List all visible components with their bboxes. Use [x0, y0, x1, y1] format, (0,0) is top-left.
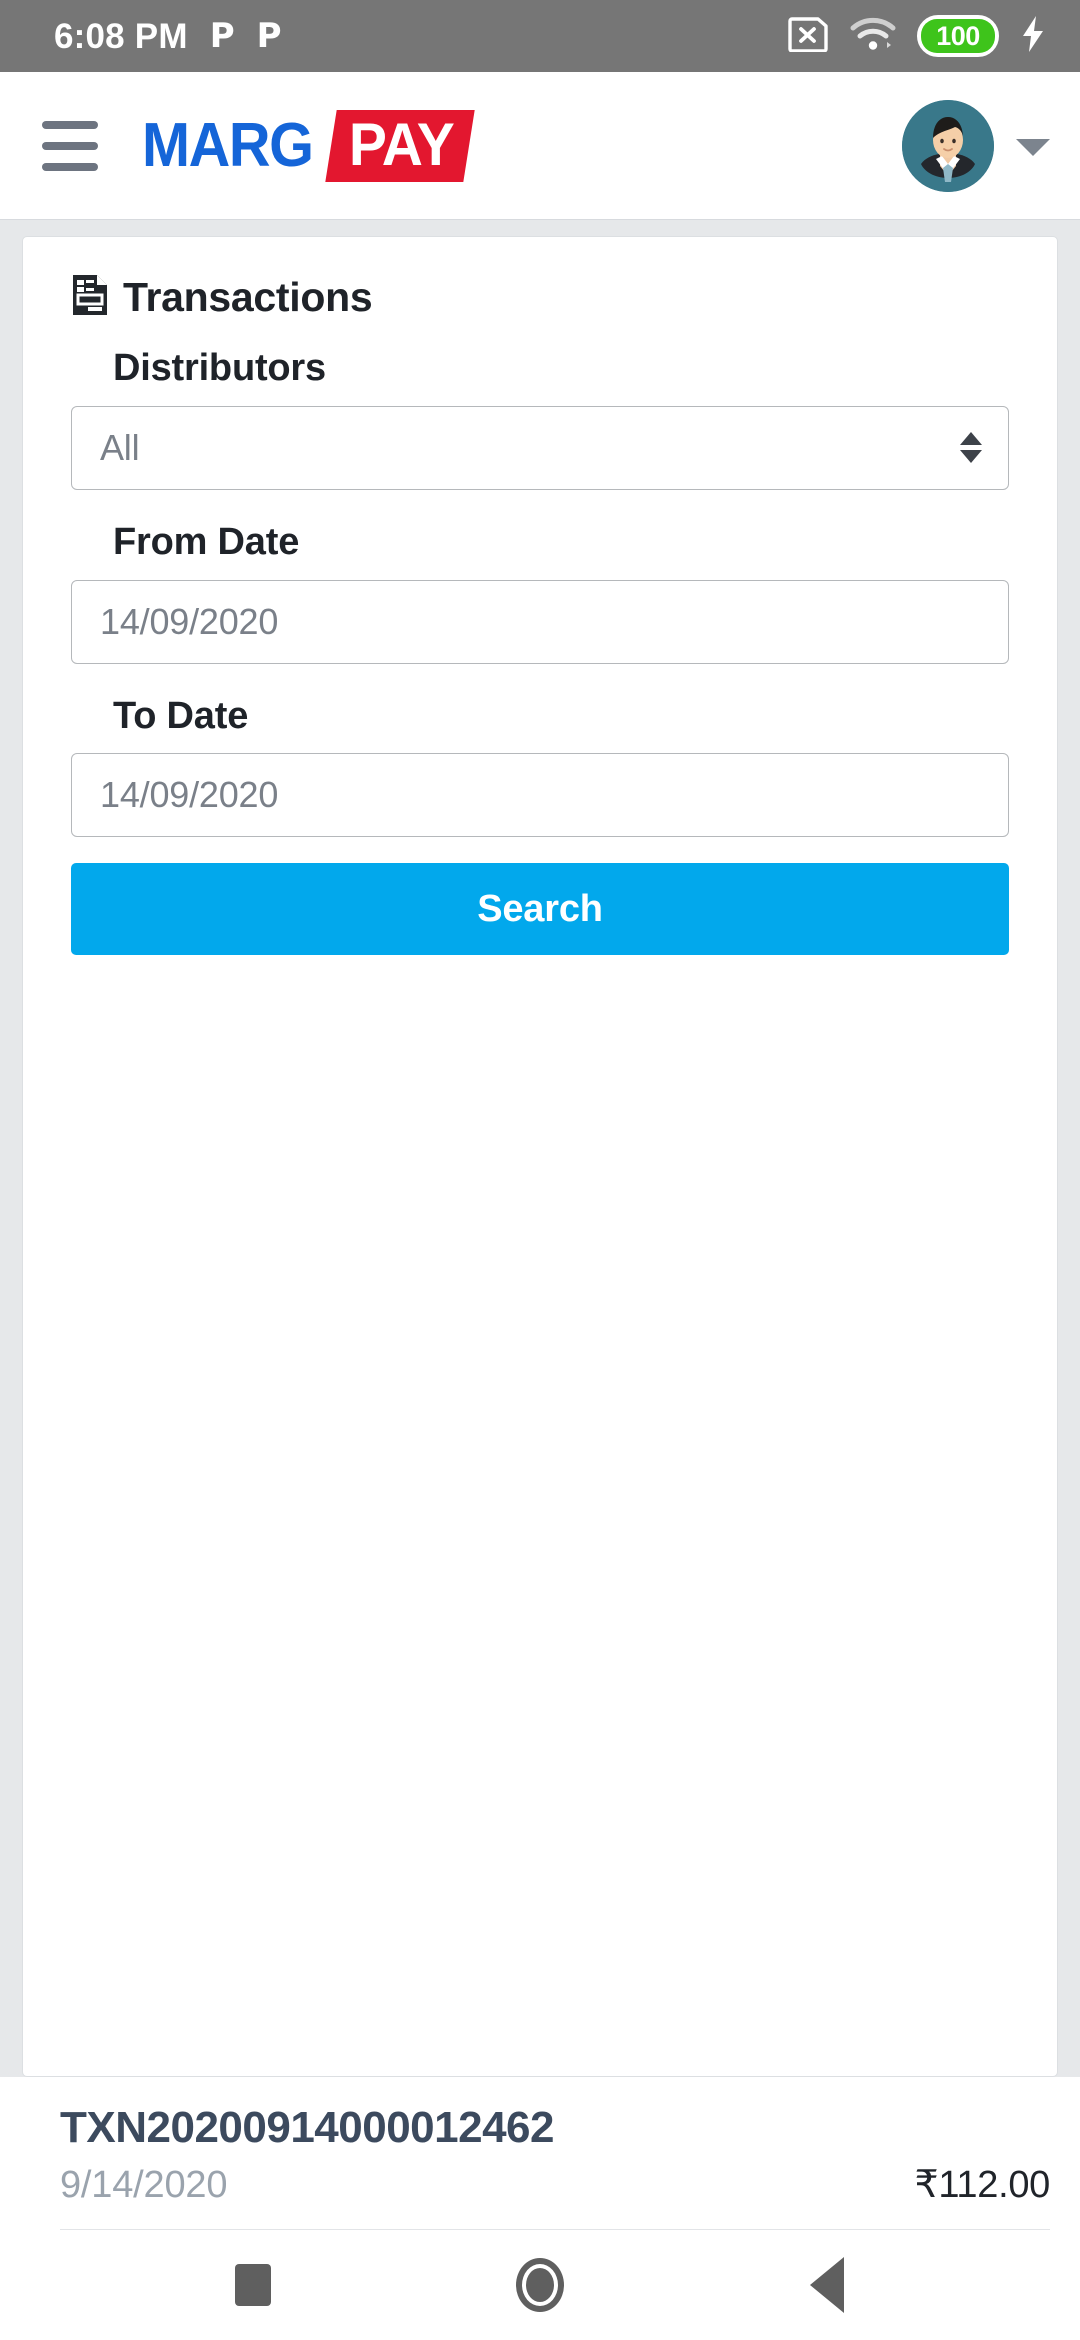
sim-card-off-icon [787, 16, 829, 57]
charging-bolt-icon [1020, 15, 1046, 58]
from-date-label: From Date [113, 520, 300, 563]
search-button[interactable]: Search [71, 863, 1009, 956]
stepper-up-arrow [960, 432, 982, 446]
transactions-card: Transactions Distributors All From Date … [22, 236, 1058, 2077]
status-bar-left: 6:08 PM P P [54, 19, 282, 54]
back-triangle-shape [809, 2257, 844, 2313]
page-title: Transactions [123, 274, 373, 320]
hamburger-bar-3 [42, 162, 98, 171]
transaction-date: 9/14/2020 [60, 2164, 228, 2207]
hamburger-menu-icon[interactable] [38, 118, 102, 174]
transaction-meta: 9/14/2020 ₹112.00 [60, 2164, 1051, 2207]
hamburger-bar-1 [42, 120, 98, 129]
list-item[interactable]: TXN20200914000012462 9/14/2020 ₹112.00 [60, 2077, 1050, 2230]
status-bar: 6:08 PM P P 100 [0, 0, 1080, 72]
page-body: Transactions Distributors All From Date … [0, 220, 1080, 2077]
status-bar-right: 100 [787, 15, 1046, 58]
card-empty-space [71, 955, 1009, 2035]
card-header: Transactions [71, 273, 1009, 322]
distributors-select[interactable]: All [71, 405, 1009, 490]
distributors-select-value: All [100, 426, 140, 468]
from-date-input[interactable]: 14/09/2020 [71, 579, 1009, 664]
from-date-placeholder: 14/09/2020 [100, 600, 279, 642]
transaction-id: TXN20200914000012462 [60, 2102, 555, 2152]
notification-p-icon-2: P [256, 16, 282, 56]
document-icon [71, 273, 109, 322]
distributors-label: Distributors [113, 347, 326, 389]
stepper-down-arrow [960, 450, 982, 464]
notification-p-icon-1: P [209, 16, 235, 56]
logo-pay-badge: PAY [325, 109, 476, 182]
chevron-down-icon[interactable] [1016, 139, 1050, 156]
recents-square-shape [235, 2264, 272, 2306]
to-date-input[interactable]: 14/09/2020 [71, 753, 1009, 838]
home-circle-icon[interactable] [480, 2230, 600, 2340]
recents-square-icon[interactable] [193, 2230, 313, 2340]
status-bar-clock: 6:08 PM [54, 16, 188, 56]
transaction-amount: ₹112.00 [914, 2164, 1051, 2207]
wifi-icon [850, 16, 896, 57]
to-date-placeholder: 14/09/2020 [100, 774, 279, 816]
battery-fill: 100 [921, 19, 995, 53]
app-header: MARG PAY [0, 72, 1080, 220]
transaction-list: TXN20200914000012462 9/14/2020 ₹112.00 [0, 2076, 1080, 2230]
home-circle-shape [515, 2258, 564, 2312]
android-nav-bar [0, 2230, 1080, 2340]
to-date-label: To Date [113, 694, 249, 737]
hamburger-bar-2 [42, 141, 98, 150]
header-account-menu[interactable] [902, 99, 1050, 192]
battery-indicator: 100 [917, 15, 999, 57]
app-logo[interactable]: MARG PAY [142, 109, 476, 183]
updown-stepper-icon [960, 432, 982, 464]
battery-level-text: 100 [936, 20, 980, 51]
logo-text-pay: PAY [349, 110, 455, 178]
logo-text-marg: MARG [142, 110, 314, 180]
user-avatar-icon[interactable] [902, 99, 994, 192]
back-triangle-icon[interactable] [767, 2230, 887, 2340]
phone-screen: 6:08 PM P P 100 MARG PAY Transactions Di… [0, 0, 1080, 2340]
